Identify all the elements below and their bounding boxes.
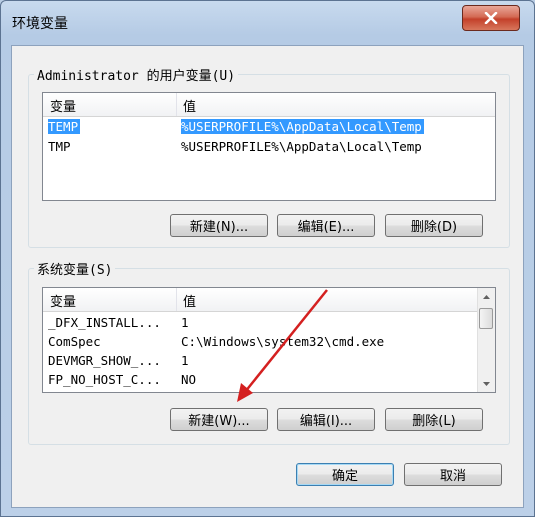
annotation-arrow [237,289,328,402]
environment-variables-dialog: 环境变量 Administrator 的用户变量(U) 变量 值 TEMP %U… [0,0,535,517]
